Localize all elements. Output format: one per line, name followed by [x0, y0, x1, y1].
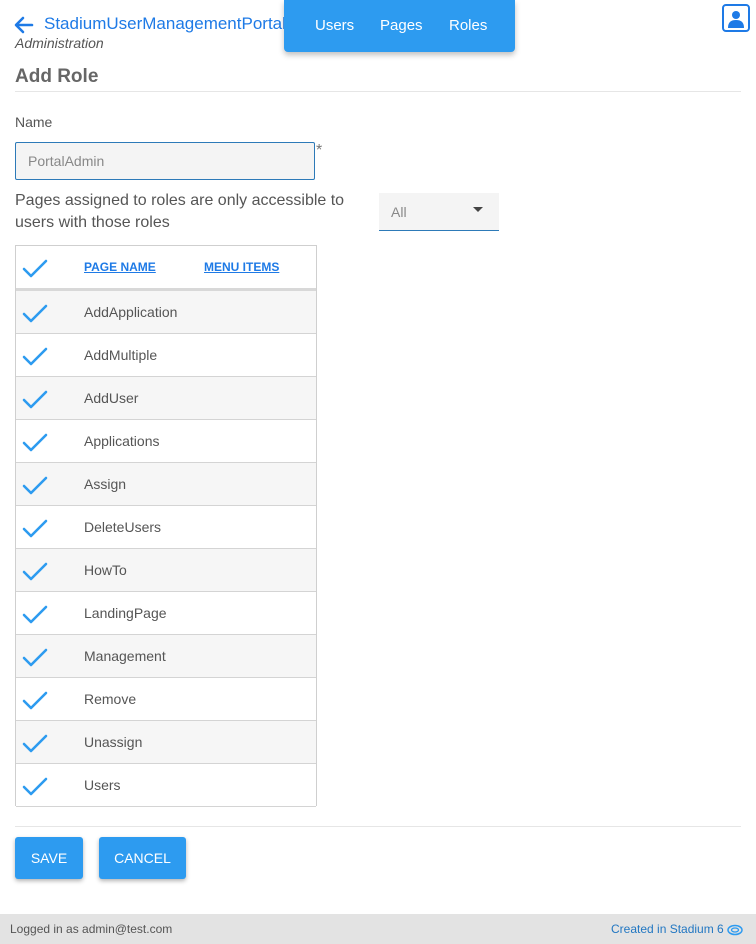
name-input[interactable] — [15, 142, 315, 180]
user-account-button[interactable] — [722, 4, 750, 32]
table-row[interactable]: Assign — [16, 463, 316, 506]
caret-down-icon — [473, 207, 483, 212]
checkmark-icon — [22, 390, 48, 409]
page-name-cell: Remove — [84, 691, 137, 707]
select-all-checkbox[interactable] — [21, 257, 49, 281]
stadium-logo-icon — [727, 923, 743, 941]
checkmark-icon — [22, 433, 48, 452]
page-name-cell: AddApplication — [84, 304, 178, 320]
name-label: Name — [15, 114, 53, 130]
page-name-column-header[interactable]: PAGE NAME — [84, 260, 156, 274]
app-subtitle: Administration — [15, 35, 104, 51]
checkmark-icon — [22, 734, 48, 753]
filter-selected-value: All — [391, 204, 407, 220]
table-row[interactable]: AddMultiple — [16, 334, 316, 377]
app-title[interactable]: StadiumUserManagementPortal — [44, 14, 286, 34]
checkmark-icon — [22, 347, 48, 366]
grid-header: PAGE NAME MENU ITEMS — [16, 246, 316, 291]
row-checkbox[interactable] — [21, 646, 49, 670]
menu-item-roles[interactable]: Roles — [449, 17, 487, 34]
table-row[interactable]: AddApplication — [16, 291, 316, 334]
page-name-cell: Unassign — [84, 734, 143, 750]
row-checkbox[interactable] — [21, 345, 49, 369]
user-icon — [728, 11, 744, 28]
page-name-cell: Management — [84, 648, 166, 664]
row-checkbox[interactable] — [21, 431, 49, 455]
checkmark-icon — [22, 691, 48, 710]
top-menu: Users Pages Roles — [284, 0, 515, 52]
app-header: StadiumUserManagementPortal Administrati… — [0, 0, 756, 60]
created-in-stadium-link[interactable]: Created in Stadium 6 — [611, 922, 724, 936]
row-checkbox[interactable] — [21, 603, 49, 627]
row-checkbox[interactable] — [21, 388, 49, 412]
table-row[interactable]: Applications — [16, 420, 316, 463]
row-checkbox[interactable] — [21, 732, 49, 756]
page-name-cell: Assign — [84, 476, 127, 492]
checkmark-icon — [22, 648, 48, 667]
page-filter-dropdown[interactable]: All — [379, 193, 499, 231]
logged-in-text: Logged in as admin@test.com — [10, 922, 173, 936]
checkmark-icon — [22, 304, 48, 323]
page-name-cell: DeleteUsers — [84, 519, 162, 535]
divider — [15, 826, 741, 827]
row-checkbox[interactable] — [21, 775, 49, 799]
menu-item-pages[interactable]: Pages — [380, 17, 423, 34]
table-row[interactable]: Unassign — [16, 721, 316, 764]
save-button[interactable]: SAVE — [15, 837, 83, 879]
page-name-cell: LandingPage — [84, 605, 167, 621]
page-name-cell: AddUser — [84, 390, 139, 406]
table-row[interactable]: AddUser — [16, 377, 316, 420]
checkmark-icon — [22, 777, 48, 796]
footer: Logged in as admin@test.com Created in S… — [0, 914, 756, 944]
required-indicator: * — [316, 142, 323, 159]
checkmark-icon — [22, 562, 48, 581]
table-row[interactable]: DeleteUsers — [16, 506, 316, 549]
page-name-cell: AddMultiple — [84, 347, 158, 363]
arrow-left-icon[interactable] — [13, 14, 35, 36]
row-checkbox[interactable] — [21, 302, 49, 326]
cancel-button[interactable]: CANCEL — [99, 837, 186, 879]
table-row[interactable]: LandingPage — [16, 592, 316, 635]
menu-items-column-header[interactable]: MENU ITEMS — [204, 260, 279, 274]
checkmark-icon — [22, 259, 48, 278]
page-name-cell: Users — [84, 777, 121, 793]
table-row[interactable]: HowTo — [16, 549, 316, 592]
pages-grid: PAGE NAME MENU ITEMS AddApplication AddMu… — [15, 245, 317, 807]
row-checkbox[interactable] — [21, 474, 49, 498]
table-row[interactable]: Remove — [16, 678, 316, 721]
row-checkbox[interactable] — [21, 689, 49, 713]
checkmark-icon — [22, 476, 48, 495]
checkmark-icon — [22, 605, 48, 624]
checkmark-icon — [22, 519, 48, 538]
table-row[interactable]: Users — [16, 764, 316, 807]
page-title: Add Role — [15, 66, 99, 87]
row-checkbox[interactable] — [21, 560, 49, 584]
divider — [15, 91, 741, 92]
menu-item-users[interactable]: Users — [315, 17, 354, 34]
info-text: Pages assigned to roles are only accessi… — [15, 192, 345, 231]
table-row[interactable]: Management — [16, 635, 316, 678]
row-checkbox[interactable] — [21, 517, 49, 541]
page-name-cell: HowTo — [84, 562, 127, 578]
page-name-cell: Applications — [84, 433, 160, 449]
